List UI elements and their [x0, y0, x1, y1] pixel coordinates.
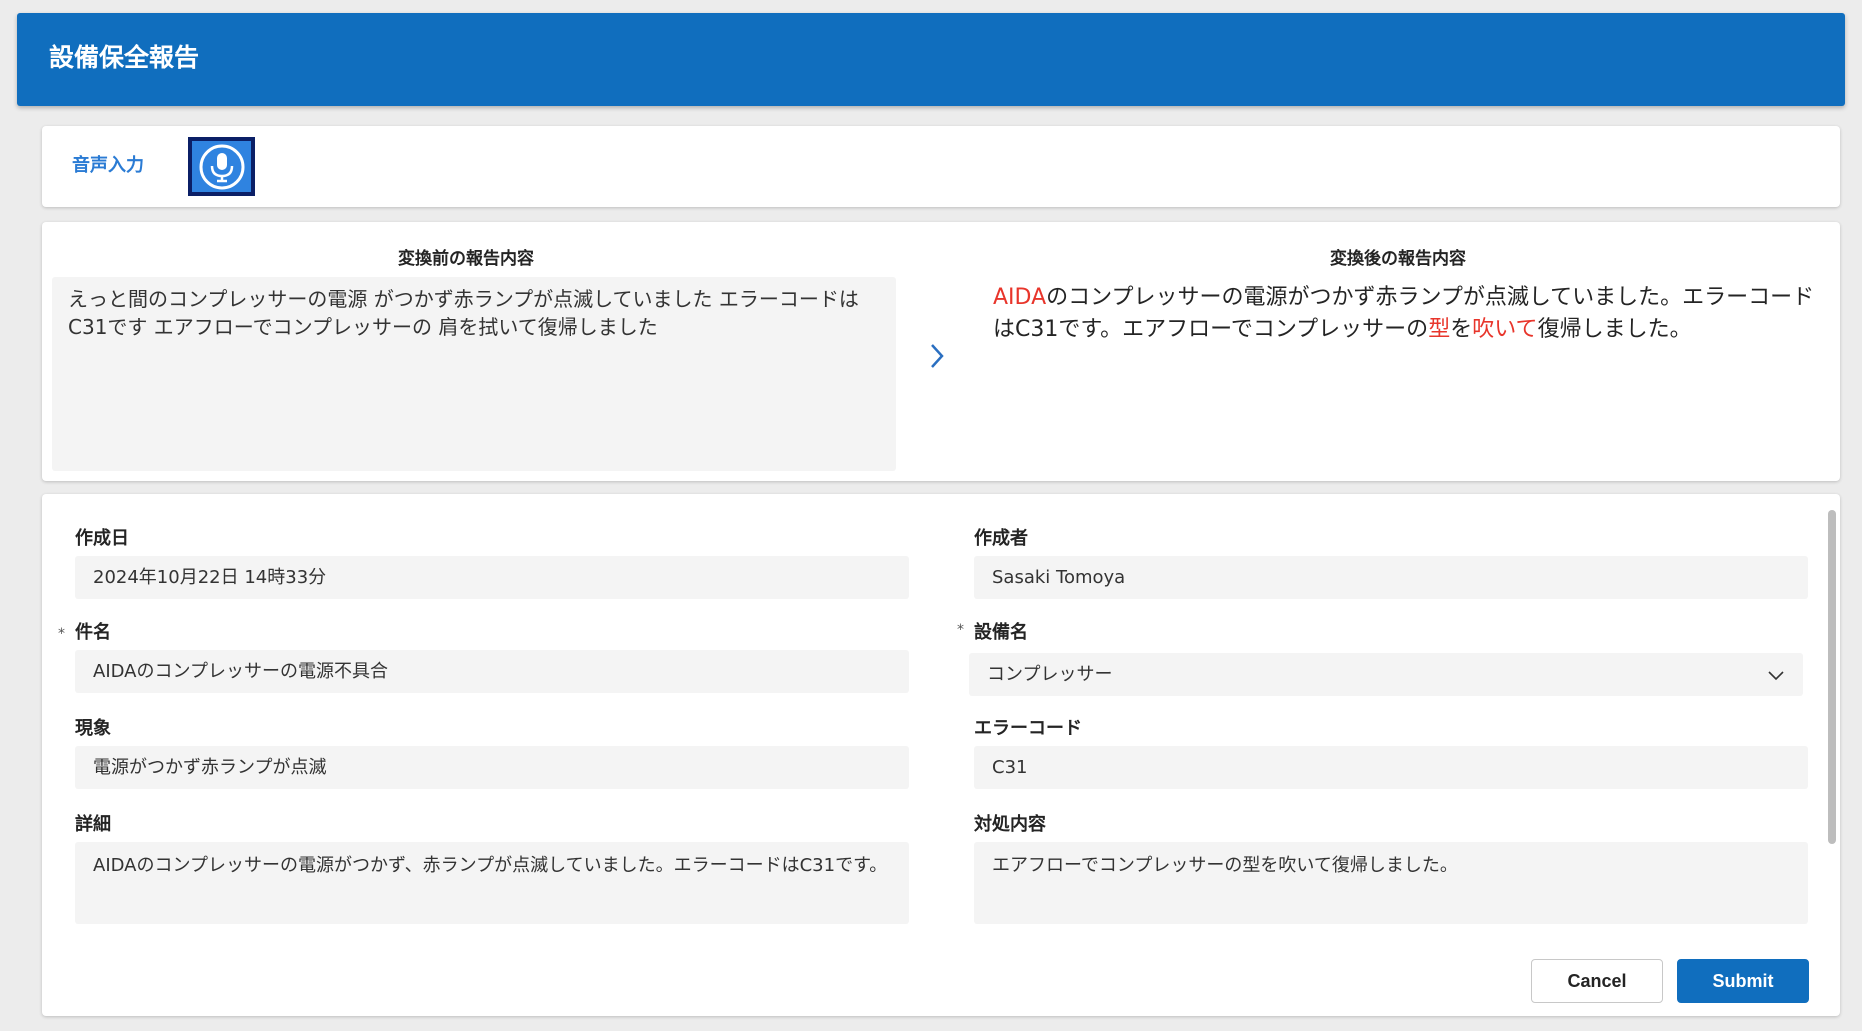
- equipment-dropdown[interactable]: コンプレッサー: [969, 653, 1803, 696]
- symptom-field[interactable]: 電源がつかず赤ランプが点滅: [75, 746, 909, 789]
- microphone-icon: [199, 144, 244, 189]
- detail-field[interactable]: AIDAのコンプレッサーの電源がつかず、赤ランプが点滅していました。エラーコード…: [75, 842, 909, 924]
- chevron-down-icon: [1768, 671, 1784, 681]
- after-text: AIDAのコンプレッサーの電源がつかず赤ランプが点滅していました。エラーコードは…: [993, 282, 1823, 346]
- symptom-label: 現象: [75, 718, 111, 739]
- created-date-label: 作成日: [75, 528, 129, 549]
- voice-input-label: 音声入力: [72, 155, 144, 176]
- conversion-panel: 変換前の報告内容 えっと間のコンプレッサーの電源 がつかず赤ランプが点滅していま…: [42, 222, 1840, 481]
- after-title: 変換後の報告内容: [1330, 249, 1466, 269]
- before-title: 変換前の報告内容: [398, 249, 534, 269]
- form-scrollbar[interactable]: [1828, 510, 1836, 844]
- error-code-label: エラーコード: [974, 718, 1082, 739]
- report-form: 作成日 2024年10月22日 14時33分 作成者 Sasaki Tomoya…: [42, 494, 1840, 1016]
- subject-label: 件名: [75, 622, 111, 643]
- equipment-label: 設備名: [974, 622, 1028, 643]
- before-text-area[interactable]: えっと間のコンプレッサーの電源 がつかず赤ランプが点滅していました エラーコード…: [52, 277, 896, 471]
- voice-input-panel: 音声入力: [42, 126, 1840, 207]
- chevron-right-icon: [931, 344, 944, 368]
- action-field[interactable]: エアフローでコンプレッサーの型を吹いて復帰しました。: [974, 842, 1808, 924]
- equipment-selected-value: コンプレッサー: [987, 664, 1113, 685]
- author-label: 作成者: [974, 528, 1028, 549]
- after-text-changed-segment: AIDA: [993, 285, 1047, 310]
- author-field[interactable]: Sasaki Tomoya: [974, 556, 1808, 599]
- submit-button[interactable]: Submit: [1677, 959, 1809, 1003]
- after-text-segment: 復帰しました。: [1537, 317, 1692, 342]
- equipment-required-mark: *: [957, 622, 964, 638]
- voice-input-button[interactable]: [188, 137, 255, 196]
- detail-label: 詳細: [75, 814, 111, 835]
- created-date-field[interactable]: 2024年10月22日 14時33分: [75, 556, 909, 599]
- after-text-changed-segment: 型: [1428, 317, 1451, 342]
- error-code-field[interactable]: C31: [974, 746, 1808, 789]
- after-text-segment: を: [1450, 317, 1473, 342]
- subject-required-mark: *: [58, 626, 65, 642]
- page-title: 設備保全報告: [49, 43, 200, 72]
- cancel-button[interactable]: Cancel: [1531, 959, 1663, 1003]
- subject-field[interactable]: AIDAのコンプレッサーの電源不具合: [75, 650, 909, 693]
- action-label: 対処内容: [974, 814, 1046, 835]
- after-text-changed-segment: 吹いて: [1472, 317, 1538, 342]
- app-header: 設備保全報告: [17, 13, 1845, 106]
